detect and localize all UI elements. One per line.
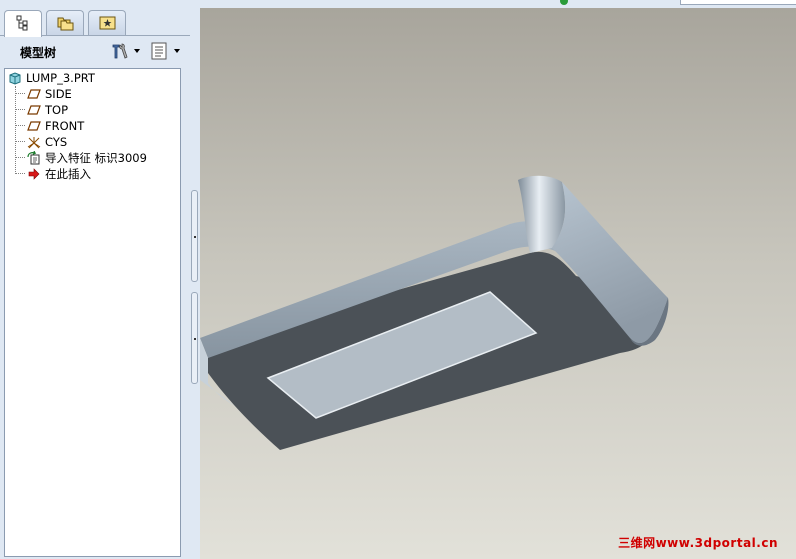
status-indicator-icon <box>560 0 568 5</box>
watermark-text: 三维网www.3dportal.cn <box>618 536 778 550</box>
tree-connector <box>15 86 16 174</box>
toolbar-edge <box>190 0 796 8</box>
tree-item-label: TOP <box>45 103 69 117</box>
toolbar-field-edge <box>680 0 796 5</box>
tree-item-label: CYS <box>45 135 68 149</box>
datum-plane-icon <box>27 105 41 115</box>
graphics-viewport[interactable]: 三维网www.3dportal.cn <box>200 8 796 559</box>
tree-item-label: SIDE <box>45 87 72 101</box>
tree-branch <box>15 109 25 110</box>
folder-browser-tab[interactable] <box>46 10 84 36</box>
splitter-handle-upper[interactable] <box>191 190 198 282</box>
tree-branch <box>15 125 25 126</box>
tree-branch <box>15 173 25 174</box>
coordinate-system-icon <box>27 137 41 149</box>
tree-item-label: LUMP_3.PRT <box>26 71 95 85</box>
tree-item-label: FRONT <box>45 119 85 133</box>
insert-here-arrow-icon <box>28 168 40 180</box>
favorites-tab[interactable] <box>88 10 126 36</box>
datum-plane-icon <box>27 121 41 131</box>
part-icon <box>9 72 21 85</box>
navigator-tabs <box>0 0 190 37</box>
tree-show-button[interactable] <box>150 41 180 61</box>
chevron-down-icon <box>174 49 180 53</box>
folder-icon <box>57 17 74 31</box>
model-tree-title: 模型树 <box>20 46 57 60</box>
tree-item-label: 在此插入 <box>45 167 91 181</box>
favorites-icon <box>99 16 116 30</box>
tree-branch <box>15 93 25 94</box>
part-model <box>200 175 669 450</box>
panel-splitter[interactable] <box>190 0 200 559</box>
model-tree-header: 模型树 <box>0 36 190 66</box>
chevron-down-icon <box>134 49 140 53</box>
tree-branch <box>15 157 25 158</box>
tree-settings-button[interactable] <box>110 41 140 61</box>
model-tree: LUMP_3.PRT SIDE TOP FRONT CYS 导入特征 标识300… <box>4 68 181 557</box>
model-tree-tab[interactable] <box>4 10 42 37</box>
navigator-panel: 模型树 LUMP_3.PRT SIDE TOP FRONT CYS 导入特征 标… <box>0 0 190 559</box>
tools-icon <box>112 43 128 59</box>
import-feature-icon <box>27 151 40 165</box>
datum-plane-icon <box>27 89 41 99</box>
model-tree-icon <box>16 15 28 31</box>
tree-branch <box>15 141 25 142</box>
list-icon <box>151 42 167 60</box>
tree-item-label: 导入特征 标识3009 <box>45 151 147 165</box>
splitter-handle-lower[interactable] <box>191 292 198 384</box>
